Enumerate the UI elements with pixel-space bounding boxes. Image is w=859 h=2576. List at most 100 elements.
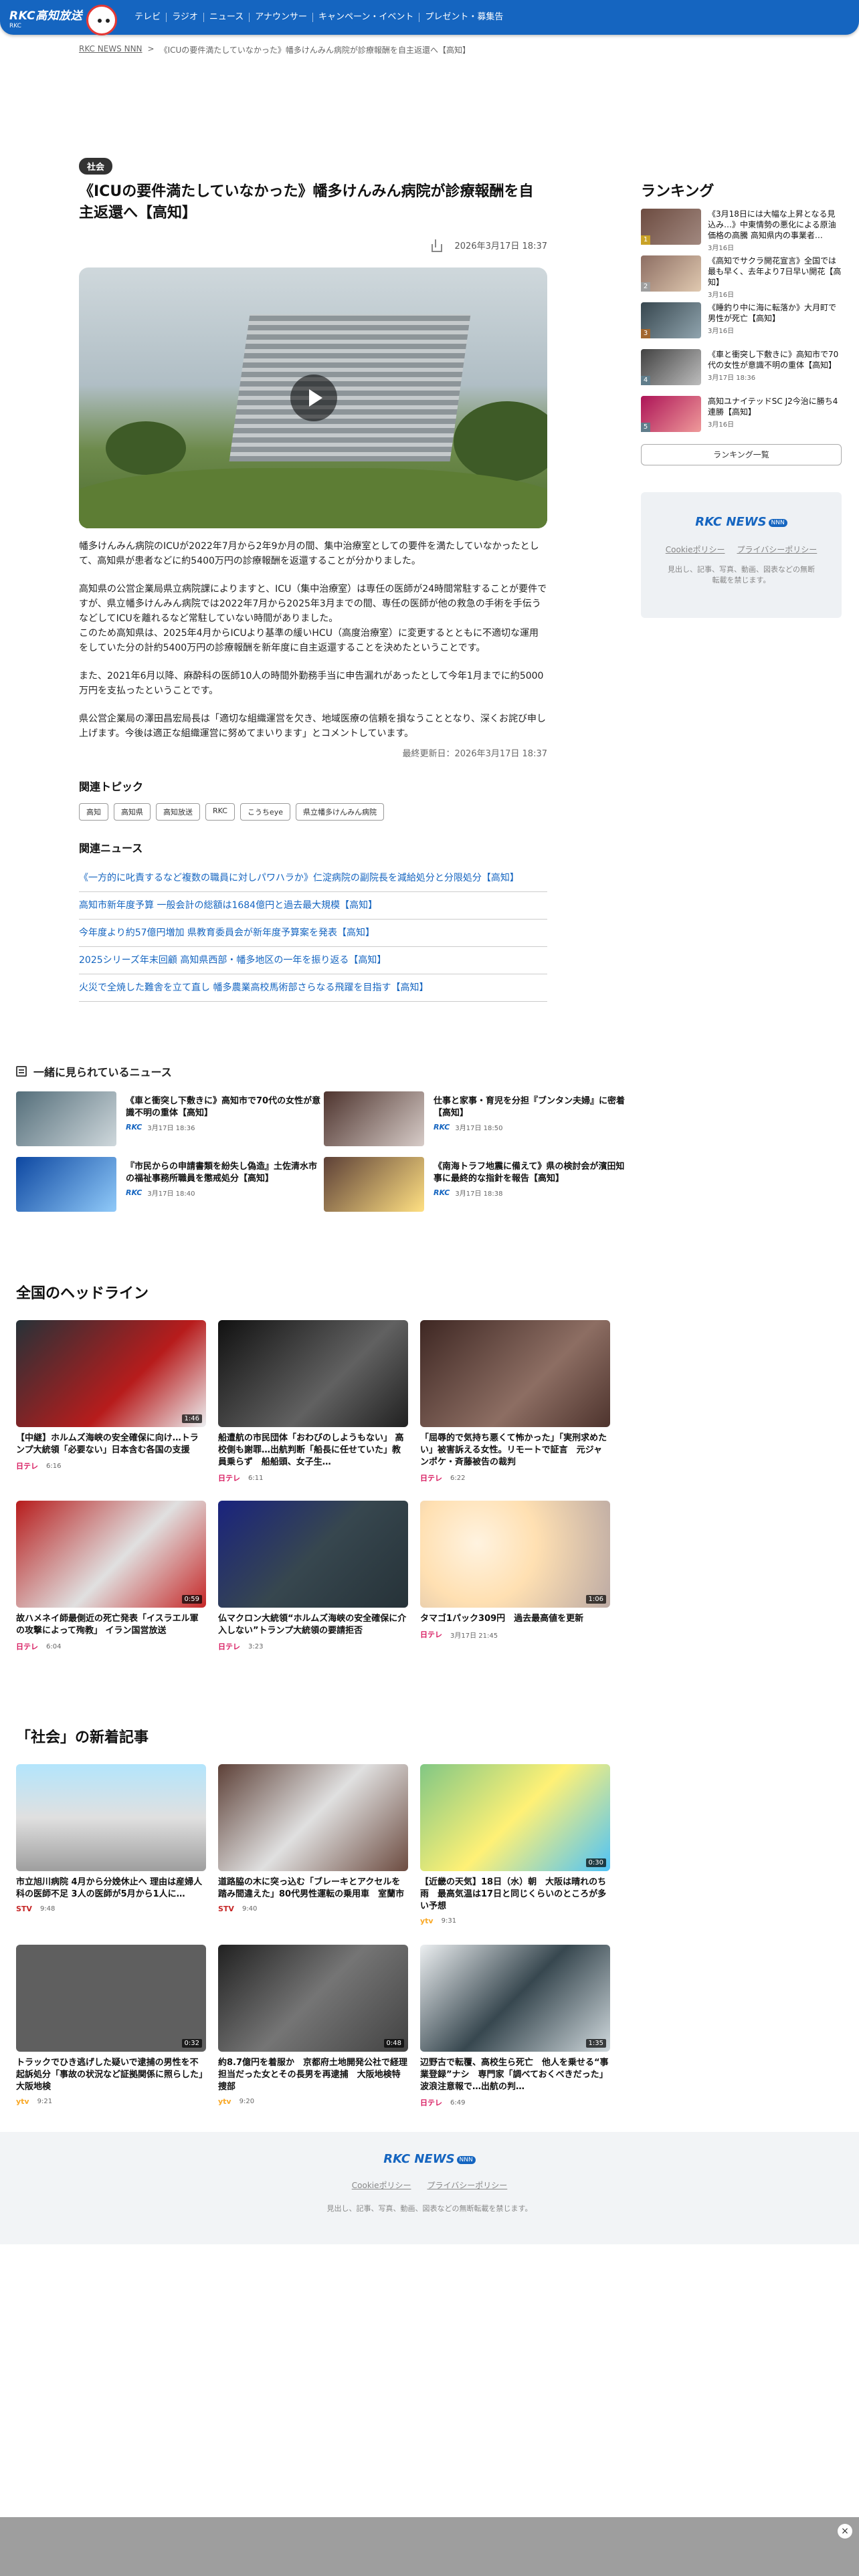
breadcrumb-home[interactable]: RKC NEWS NNN <box>79 44 142 56</box>
related-news-link[interactable]: 高知市新年度予算 一般会計の総額は1684億円と過去最大規模【高知】 <box>79 892 547 920</box>
society-source: STV 9:48 <box>16 1905 56 1913</box>
ranking-title: 《睡釣り中に海に転落か》大月町で男性が死亡【高知】 <box>708 303 837 323</box>
sidebar: ランキング 1 《3月18日には大幅な上昇となる見込み…》中東情勢の悪化による原… <box>641 179 842 618</box>
bottom-ad-banner[interactable]: × <box>0 2517 859 2576</box>
cookie-policy-link[interactable]: Cookieポリシー <box>666 544 725 555</box>
related-news-link[interactable]: 今年度より約57億円増加 県教育委員会が新年度予算案を発表【高知】 <box>79 920 547 947</box>
nav-present[interactable]: プレゼント・募集告 <box>419 13 508 22</box>
related-news-link[interactable]: 2025シリーズ年末回顧 高知県西部・幡多地区の一年を振り返る【高知】 <box>79 947 547 974</box>
headline-thumbnail: 1:46 <box>16 1320 206 1427</box>
headline-thumbnail: 1:06 <box>420 1501 610 1608</box>
watched-source: RKC 3月17日 18:36 <box>126 1123 195 1132</box>
headline-card[interactable]: 1:06 タマゴ1パック309円 過去最高値を更新 日テレ 3月17日 21:45 <box>420 1501 610 1669</box>
ranking-number: 4 <box>641 376 650 385</box>
society-card[interactable]: 0:48 約8.7億円を着服か 京都府土地開発公社で経理担当だった女とその長男を… <box>218 1945 408 2113</box>
headline-card[interactable]: 仏マクロン大統領“ホルムズ海峡の安全確保に介入しない”トランプ大統領の要請拒否 … <box>218 1501 408 1669</box>
article-date: 2026年3月17日 18:37 <box>454 241 548 251</box>
society-card[interactable]: 0:32 トラックでひき逃げした疑いで逮捕の男性を不起訴処分「事故の状況など証拠… <box>16 1945 206 2113</box>
ranking-date: 3月16日 <box>708 421 735 429</box>
watched-source: RKC 3月17日 18:40 <box>126 1188 195 1198</box>
copyright-note: 見出し、記事、写真、動画、図表などの無断転載を禁じます。 <box>668 565 815 584</box>
sidebar-brand-logo: RKC NEWS NNN <box>641 515 842 529</box>
watched-item[interactable]: 仕事と家事・育児を分担『ブンタン夫婦』に密着【高知】 RKC 3月17日 18:50 <box>324 1091 632 1146</box>
society-source: 日テレ 6:49 <box>420 2099 466 2107</box>
site-logo[interactable]: RKC高知放送 RKC <box>9 5 118 35</box>
watched-together-grid: 《車と衝突し下敷きに》高知市で70代の女性が意識不明の重体【高知】 RKC 3月17… <box>16 1091 625 1212</box>
topic-tag[interactable]: 高知県 <box>114 803 151 821</box>
list-icon <box>16 1066 27 1077</box>
video-duration: 1:46 <box>181 1414 202 1423</box>
site-footer: RKC NEWS NNN Cookieポリシー プライバシーポリシー 見出し、記事… <box>0 2132 859 2244</box>
ranking-item[interactable]: 1 《3月18日には大幅な上昇となる見込み…》中東情勢の悪化による原油価格の高騰… <box>641 209 842 252</box>
headline-title: 仏マクロン大統領“ホルムズ海峡の安全確保に介入しない”トランプ大統領の要請拒否 <box>218 1614 407 1636</box>
watched-item[interactable]: 『市民からの申請書類を紛失し偽造』土佐清水市の福祉事務所職員を懲戒処分【高知】 R… <box>16 1157 324 1212</box>
video-duration: 0:48 <box>383 2039 404 2048</box>
ranking-item[interactable]: 3 《睡釣り中に海に転落か》大月町で男性が死亡【高知】 3月16日 <box>641 302 842 341</box>
nav-tv[interactable]: テレビ <box>129 13 166 22</box>
society-title: 道路脇の木に突っ込む「ブレーキとアクセルを踏み間違えた」80代男性運転の乗用車 … <box>218 1877 405 1899</box>
headline-thumbnail <box>218 1501 408 1608</box>
headline-card[interactable]: 1:46 【中継】ホルムズ海峡の安全確保に向け…トランプ大統領「必要ない」日本含… <box>16 1320 206 1489</box>
ranking-item[interactable]: 4 《車と衝突し下敷きに》高知市で70代の女性が意識不明の重体【高知】 3月17日… <box>641 349 842 388</box>
nav-news[interactable]: ニュース <box>203 13 249 22</box>
ranking-number: 2 <box>641 282 650 292</box>
society-card[interactable]: 0:30 【近畿の天気】18日（水）朝 大阪は晴れのち雨 最高気温は17日と同じ… <box>420 1764 610 1933</box>
article-paragraph: 県公営企業局の澤田昌宏局長は「適切な組織運営を欠き、地域医療の信頼を損なうことと… <box>79 714 547 739</box>
site-header: RKC高知放送 RKC テレビ ラジオ ニュース アナウンサー キャンペーン・イ… <box>0 0 859 35</box>
nav-radio[interactable]: ラジオ <box>166 13 203 22</box>
related-topics-heading: 関連トピック <box>79 780 144 793</box>
society-card[interactable]: 道路脇の木に突っ込む「ブレーキとアクセルを踏み間違えた」80代男性運転の乗用車 … <box>218 1764 408 1933</box>
article-title: 《ICUの要件満たしていなかった》幡多けんみん病院が診療報酬を自主返還へ【高知】 <box>79 183 534 221</box>
headline-card[interactable]: 船遭航の市民団体「おわびのしようもない」 高校側も謝罪…出航判断「船長に任せてい… <box>218 1320 408 1489</box>
footer-privacy-policy-link[interactable]: プライバシーポリシー <box>427 2179 507 2191</box>
watched-item[interactable]: 《車と衝突し下敷きに》高知市で70代の女性が意識不明の重体【高知】 RKC 3月17… <box>16 1091 324 1146</box>
play-icon[interactable] <box>290 374 337 421</box>
headline-card[interactable]: 「屈辱的で気持ち悪くて怖かった」「実刑求めたい」被害訴える女性。リモートで証言 … <box>420 1320 610 1489</box>
video-player[interactable] <box>79 267 547 528</box>
footer-copyright-note: 見出し、記事、写真、動画、図表などの無断転載を禁じます。 <box>326 2204 533 2213</box>
watched-title: 『市民からの申請書類を紛失し偽造』土佐清水市の福祉事務所職員を懲戒処分【高知】 <box>126 1162 318 1184</box>
society-card[interactable]: 市立旭川病院 4月から分娩休止へ 理由は産婦人科の医師不足 3人の医師が5月から… <box>16 1764 206 1933</box>
share-icon[interactable] <box>430 239 442 252</box>
topic-tag[interactable]: 高知放送 <box>156 803 200 821</box>
topic-tag[interactable]: RKC <box>205 803 235 821</box>
nav-campaign[interactable]: キャンペーン・イベント <box>312 13 419 22</box>
sidebar-policy-links: Cookieポリシー プライバシーポリシー <box>641 544 842 555</box>
topic-tag[interactable]: こうちeye <box>240 803 290 821</box>
category-badge[interactable]: 社会 <box>79 158 113 175</box>
topic-tag[interactable]: 県立幡多けんみん病院 <box>295 803 384 821</box>
ranking-title: 《車と衝突し下敷きに》高知市で70代の女性が意識不明の重体【高知】 <box>708 350 839 370</box>
footer-cookie-policy-link[interactable]: Cookieポリシー <box>352 2179 411 2191</box>
headline-source: 日テレ 6:22 <box>420 1474 466 1483</box>
topic-tag[interactable]: 高知 <box>79 803 108 821</box>
headline-thumbnail: 0:59 <box>16 1501 206 1608</box>
society-card[interactable]: 1:35 辺野古で転覆、高校生ら死亡 他人を乗せる“事業登録”ナシ 専門家「調べ… <box>420 1945 610 2113</box>
privacy-policy-link[interactable]: プライバシーポリシー <box>737 544 817 555</box>
footer-brand-logo[interactable]: RKC NEWS NNN <box>0 2152 859 2166</box>
related-news-link[interactable]: 《一方的に叱責するなど複数の職員に対しパワハラか》仁淀病院の副院長を減給処分と分… <box>79 865 547 892</box>
headline-title: タマゴ1パック309円 過去最高値を更新 <box>420 1614 584 1624</box>
society-thumbnail <box>218 1764 408 1871</box>
nav-announcer[interactable]: アナウンサー <box>249 13 312 22</box>
society-source: ytv 9:20 <box>218 2097 255 2106</box>
society-title: トラックでひき逃げした疑いで逮捕の男性を不起訴処分「事故の状況など証拠関係に照ら… <box>16 2058 203 2092</box>
sidebar-brand-box: RKC NEWS NNN Cookieポリシー プライバシーポリシー 見出し、記事… <box>641 492 842 618</box>
watched-item[interactable]: 《南海トラフ地震に備えて》県の検討会が濱田知事に最終的な指針を報告【高知】 RKC… <box>324 1157 632 1212</box>
close-icon[interactable]: × <box>838 2524 852 2539</box>
breadcrumb-separator: > <box>147 44 155 53</box>
headline-source: 日テレ 3月17日 21:45 <box>420 1630 498 1640</box>
headline-card[interactable]: 0:59 故ハメネイ師最側近の死亡発表「イスラエル軍の攻撃によって殉教」 イラン… <box>16 1501 206 1669</box>
society-thumbnail: 0:32 <box>16 1945 206 2052</box>
ranking-item[interactable]: 2 《高知でサクラ開花宣言》全国では最も早く、去年より7日早い開花【高知】 3月1… <box>641 255 842 299</box>
article: 社会 《ICUの要件満たしていなかった》幡多けんみん病院が診療報酬を自主返還へ【… <box>79 158 547 1002</box>
video-duration: 1:35 <box>585 2039 606 2048</box>
headline-source: 日テレ 3:23 <box>218 1642 264 1651</box>
ranking-more-button[interactable]: ランキング一覧 <box>641 444 842 465</box>
headline-title: 故ハメネイ師最側近の死亡発表「イスラエル軍の攻撃によって殉教」 イラン国営放送 <box>16 1614 199 1636</box>
related-news-link[interactable]: 火災で全焼した難舎を立て直し 幡多農業高校馬術部さらなる飛躍を目指す【高知】 <box>79 974 547 1002</box>
society-source: ytv 9:21 <box>16 2097 53 2106</box>
society-thumbnail: 1:35 <box>420 1945 610 2052</box>
ranking-item[interactable]: 5 高知ユナイテッドSC J2今治に勝ち4連勝【高知】 3月16日 <box>641 396 842 435</box>
headline-thumbnail <box>420 1320 610 1427</box>
headline-source: 日テレ 6:11 <box>218 1474 264 1483</box>
